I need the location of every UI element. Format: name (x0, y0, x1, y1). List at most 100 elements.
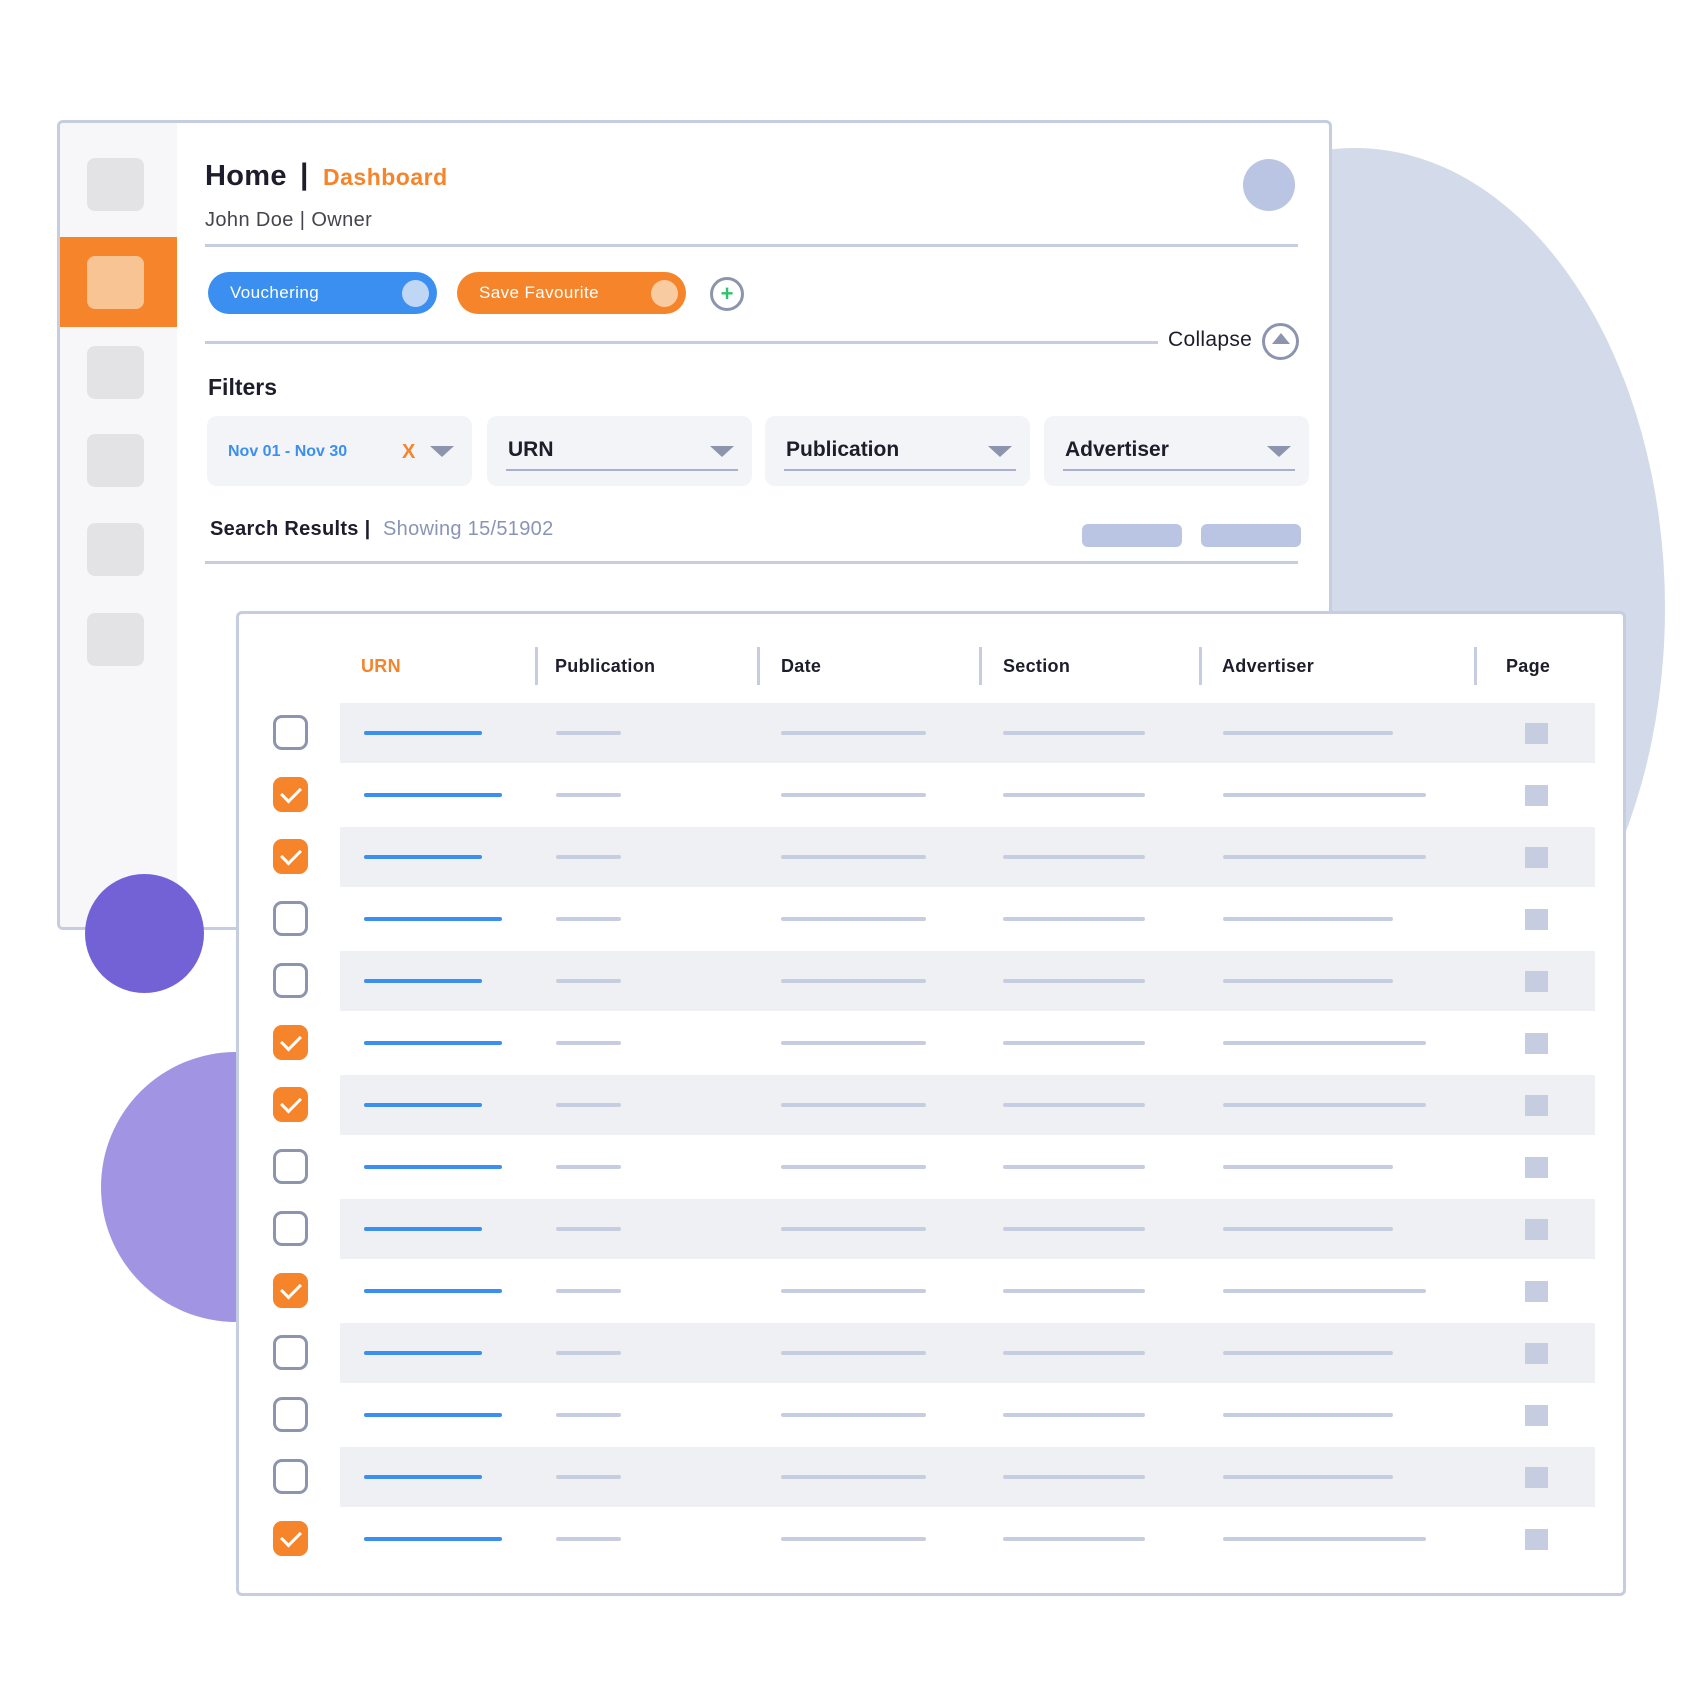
advertiser-placeholder (1223, 1413, 1393, 1417)
urn-placeholder (364, 1475, 482, 1479)
vouchering-toggle[interactable]: Vouchering (208, 272, 437, 314)
sidebar-item-5[interactable] (87, 523, 144, 576)
sidebar-item-2-icon (87, 256, 144, 309)
column-header-section[interactable]: Section (1003, 656, 1070, 677)
table-row[interactable] (239, 827, 1623, 887)
sidebar-item-3[interactable] (87, 346, 144, 399)
row-checkbox[interactable] (273, 1211, 308, 1246)
advertiser-filter[interactable]: Advertiser (1044, 416, 1309, 486)
urn-placeholder (364, 917, 502, 921)
page-thumbnail-icon (1525, 1157, 1548, 1178)
row-checkbox[interactable] (273, 1459, 308, 1494)
date-placeholder (781, 731, 926, 735)
row-checkbox[interactable] (273, 1273, 308, 1308)
row-checkbox[interactable] (273, 839, 308, 874)
publication-placeholder (556, 1227, 621, 1231)
row-checkbox[interactable] (273, 1025, 308, 1060)
table-row[interactable] (239, 1509, 1623, 1569)
chevron-down-icon[interactable] (430, 446, 454, 457)
add-icon[interactable]: + (710, 277, 744, 311)
results-action-button-2[interactable] (1201, 524, 1301, 547)
section-placeholder (1003, 917, 1145, 921)
publication-filter[interactable]: Publication (765, 416, 1030, 486)
chevron-up-icon[interactable] (1262, 323, 1299, 360)
page-thumbnail-icon (1525, 971, 1548, 992)
row-checkbox[interactable] (273, 1087, 308, 1122)
column-separator (757, 647, 760, 685)
page-thumbnail-icon (1525, 1529, 1548, 1550)
table-row[interactable] (239, 1385, 1623, 1445)
column-separator (535, 647, 538, 685)
results-action-button-1[interactable] (1082, 524, 1182, 547)
publication-placeholder (556, 1289, 621, 1293)
table-row[interactable] (239, 765, 1623, 825)
publication-placeholder (556, 917, 621, 921)
page-thumbnail-icon (1525, 1033, 1548, 1054)
row-checkbox[interactable] (273, 1397, 308, 1432)
column-header-page[interactable]: Page (1506, 656, 1550, 677)
page-thumbnail-icon (1525, 723, 1548, 744)
publication-placeholder (556, 1413, 621, 1417)
page-thumbnail-icon (1525, 909, 1548, 930)
page-thumbnail-icon (1525, 1281, 1548, 1302)
advertiser-placeholder (1223, 1475, 1393, 1479)
date-placeholder (781, 1351, 926, 1355)
row-checkbox[interactable] (273, 777, 308, 812)
row-checkbox[interactable] (273, 1149, 308, 1184)
row-checkbox[interactable] (273, 1521, 308, 1556)
avatar[interactable] (1243, 159, 1295, 211)
table-row[interactable] (239, 1199, 1623, 1259)
sidebar-item-active[interactable] (60, 237, 177, 327)
row-checkbox[interactable] (273, 1335, 308, 1370)
section-placeholder (1003, 1041, 1145, 1045)
advertiser-placeholder (1223, 1165, 1393, 1169)
table-row[interactable] (239, 951, 1623, 1011)
table-row[interactable] (239, 889, 1623, 949)
advertiser-filter-label: Advertiser (1065, 438, 1169, 461)
sidebar-item-1[interactable] (87, 158, 144, 211)
column-separator (1199, 647, 1202, 685)
sidebar-item-4[interactable] (87, 434, 144, 487)
clear-icon[interactable]: X (402, 441, 415, 464)
page-thumbnail-icon (1525, 847, 1548, 868)
table-row[interactable] (239, 1323, 1623, 1383)
row-checkbox[interactable] (273, 901, 308, 936)
urn-placeholder (364, 1413, 502, 1417)
column-header-date[interactable]: Date (781, 656, 821, 677)
row-checkbox[interactable] (273, 715, 308, 750)
collapse-label[interactable]: Collapse (1168, 328, 1252, 352)
publication-placeholder (556, 793, 621, 797)
advertiser-placeholder (1223, 793, 1426, 797)
filters-title: Filters (208, 374, 278, 400)
row-checkbox[interactable] (273, 963, 308, 998)
column-header-urn[interactable]: URN (361, 656, 401, 677)
section-placeholder (1003, 979, 1145, 983)
date-range-filter[interactable]: Nov 01 - Nov 30 X (207, 416, 472, 486)
table-row[interactable] (239, 1013, 1623, 1073)
publication-placeholder (556, 1475, 621, 1479)
header-divider (205, 244, 1298, 247)
date-placeholder (781, 793, 926, 797)
table-row[interactable] (239, 1447, 1623, 1507)
filter-underline (784, 469, 1016, 471)
section-placeholder (1003, 1351, 1145, 1355)
urn-placeholder (364, 1351, 482, 1355)
urn-placeholder (364, 855, 482, 859)
table-row[interactable] (239, 703, 1623, 763)
results-divider (205, 561, 1298, 564)
urn-placeholder (364, 1289, 502, 1293)
date-placeholder (781, 1227, 926, 1231)
advertiser-placeholder (1223, 979, 1393, 983)
section-placeholder (1003, 1165, 1145, 1169)
sidebar-item-6[interactable] (87, 613, 144, 666)
table-row[interactable] (239, 1075, 1623, 1135)
save-favourite-toggle[interactable]: Save Favourite (457, 272, 686, 314)
table-row[interactable] (239, 1261, 1623, 1321)
table-row[interactable] (239, 1137, 1623, 1197)
column-header-publication[interactable]: Publication (555, 656, 655, 677)
urn-placeholder (364, 1537, 502, 1541)
urn-filter[interactable]: URN (487, 416, 752, 486)
column-header-advertiser[interactable]: Advertiser (1222, 656, 1314, 677)
date-placeholder (781, 1103, 926, 1107)
breadcrumb-dashboard[interactable]: Dashboard (323, 164, 448, 191)
